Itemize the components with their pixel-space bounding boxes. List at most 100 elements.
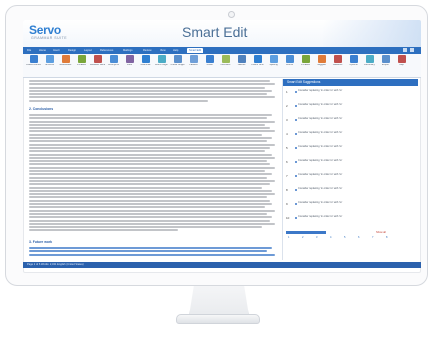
ribbon-button[interactable]: Check Term	[250, 55, 265, 75]
panel-title: Smart Edit Suggestions	[283, 79, 418, 86]
spelling-icon	[269, 55, 278, 63]
ribbon-button-label: Statistics	[332, 64, 343, 66]
ribbon-button[interactable]: Check Single	[170, 55, 185, 75]
ribbon-button[interactable]: Numbers	[218, 55, 233, 75]
ribbon-button[interactable]: Phrases	[74, 55, 89, 75]
ribbon-button-label: Acronyms	[108, 64, 119, 66]
paragraph	[29, 247, 277, 257]
section-heading: 2. Conclusions	[29, 107, 54, 111]
tab-file[interactable]: File	[27, 48, 31, 53]
pager-progress	[286, 231, 326, 234]
app-title: Smart Edit	[182, 24, 248, 40]
pager-page[interactable]: 8	[386, 236, 387, 239]
bullet-icon	[295, 188, 297, 191]
suggestion-item[interactable]: 10 Consider replacing 'in order to' with …	[286, 215, 414, 224]
tab-smart-edit[interactable]: Smart Edit	[187, 48, 204, 53]
pager-page[interactable]: 7	[372, 236, 373, 239]
ribbon-button[interactable]: Redundant	[58, 55, 73, 75]
export-icon	[381, 55, 390, 63]
tab-design[interactable]: Design	[68, 48, 76, 53]
ribbon-button-label: Misused Words	[90, 64, 105, 66]
suggestion-pager: Show all 1 2 3 4 5 6 7 8	[286, 231, 414, 243]
ribbon-button[interactable]: Check Document	[26, 55, 41, 75]
pager-page[interactable]: 5	[344, 236, 345, 239]
pager-page[interactable]: 1	[288, 236, 289, 239]
ribbon-button[interactable]: Words	[282, 55, 297, 75]
ribbon-toolbar: Check Document Shortcut Redundant Phrase…	[23, 54, 421, 78]
bullet-icon	[295, 174, 297, 177]
ribbon-button-label: Check Single	[170, 64, 185, 66]
document-body[interactable]: 2. Conclusions 3. Future work	[29, 79, 279, 260]
ribbon-button[interactable]: Misused Words	[90, 55, 105, 75]
tab-view[interactable]: View	[160, 48, 166, 53]
ribbon-button-label: Names	[237, 64, 246, 66]
ribbon-button[interactable]: Help	[394, 55, 409, 75]
show-all-link[interactable]: Show all	[376, 231, 386, 234]
status-bar: Page 1 of 6 Words: 2,341 English (United…	[23, 262, 421, 268]
ribbon-button-label: Phrases	[77, 64, 86, 66]
ribbon-button[interactable]: Acronyms	[106, 55, 121, 75]
ribbon-button-label: Dictionary	[364, 64, 375, 66]
help-icon	[397, 55, 406, 63]
ribbon-button-label: Passive	[189, 64, 198, 66]
ribbon-button-label: Redundant	[59, 64, 72, 66]
tab-mailings[interactable]: Mailings	[123, 48, 133, 53]
ribbon-button-label: Check Document	[26, 64, 41, 66]
ribbon-button[interactable]: Export	[378, 55, 393, 75]
ribbon-button[interactable]: Options	[346, 55, 361, 75]
tab-layout[interactable]: Layout	[84, 48, 92, 53]
ribbon-button[interactable]: Grammar	[138, 55, 153, 75]
word-origin-icon	[157, 55, 166, 63]
close-icon[interactable]	[410, 48, 414, 52]
ribbon-button[interactable]: Phrases	[298, 55, 313, 75]
suggestion-item[interactable]: 8 Consider replacing 'in order to' with '…	[286, 187, 414, 196]
ribbon-button[interactable]: Spelling	[266, 55, 281, 75]
numbers-icon	[221, 55, 230, 63]
pager-page[interactable]: 4	[330, 236, 331, 239]
tense-icon	[205, 55, 214, 63]
suggestion-item[interactable]: 7 Consider replacing 'in order to' with '…	[286, 173, 414, 182]
ribbon-button[interactable]: Statistics	[330, 55, 345, 75]
ribbon-button[interactable]: Passive	[186, 55, 201, 75]
ribbon-button[interactable]: Word Origin	[154, 55, 169, 75]
suggestion-item[interactable]: 4 Consider replacing 'in order to' with '…	[286, 131, 414, 140]
minimize-icon[interactable]	[403, 48, 407, 52]
pager-page[interactable]: 6	[358, 236, 359, 239]
passive-icon	[189, 55, 198, 63]
suggestion-item[interactable]: 2 Consider replacing 'in order to' with '…	[286, 103, 414, 112]
suggestion-item[interactable]: 1 Consider replacing 'in order to' with '…	[286, 89, 414, 98]
ribbon-button[interactable]: Lists	[122, 55, 137, 75]
suggestions-panel: Smart Edit Suggestions 1 Consider replaci…	[282, 79, 418, 260]
ribbon-button-label: Grammar	[140, 64, 151, 66]
tab-review[interactable]: Review	[143, 48, 152, 53]
paragraph	[29, 80, 277, 103]
brand-decoration	[323, 20, 421, 47]
tab-insert[interactable]: Insert	[53, 48, 60, 53]
names-icon	[237, 55, 246, 63]
suggestion-item[interactable]: 9 Consider replacing 'in order to' with '…	[286, 201, 414, 210]
pager-page[interactable]: 2	[302, 236, 303, 239]
bullet-icon	[295, 104, 297, 107]
app-logo: Servo GRAMMAR SUITE	[29, 23, 99, 43]
check-document-icon	[29, 55, 38, 63]
tab-help[interactable]: Help	[173, 48, 178, 53]
ribbon-button[interactable]: Shortcut	[42, 55, 57, 75]
ribbon-button[interactable]: Names	[234, 55, 249, 75]
grammar-icon	[141, 55, 150, 63]
suggest-icon	[317, 55, 326, 63]
suggestion-item[interactable]: 5 Consider replacing 'in order to' with '…	[286, 145, 414, 154]
ribbon-button[interactable]: Dictionary	[362, 55, 377, 75]
ribbon-button[interactable]: Tense	[202, 55, 217, 75]
tab-references[interactable]: References	[100, 48, 113, 53]
pager-page[interactable]: 3	[316, 236, 317, 239]
options-icon	[349, 55, 358, 63]
lists-icon	[125, 55, 134, 63]
dictionary-icon	[365, 55, 374, 63]
suggestion-item[interactable]: 3 Consider replacing 'in order to' with '…	[286, 117, 414, 126]
ribbon-button[interactable]: Suggest	[314, 55, 329, 75]
tab-home[interactable]: Home	[39, 48, 46, 53]
misused-words-icon	[93, 55, 102, 63]
suggestion-item[interactable]: 6 Consider replacing 'in order to' with '…	[286, 159, 414, 168]
acronyms-icon	[109, 55, 118, 63]
redundant-icon	[61, 55, 70, 63]
